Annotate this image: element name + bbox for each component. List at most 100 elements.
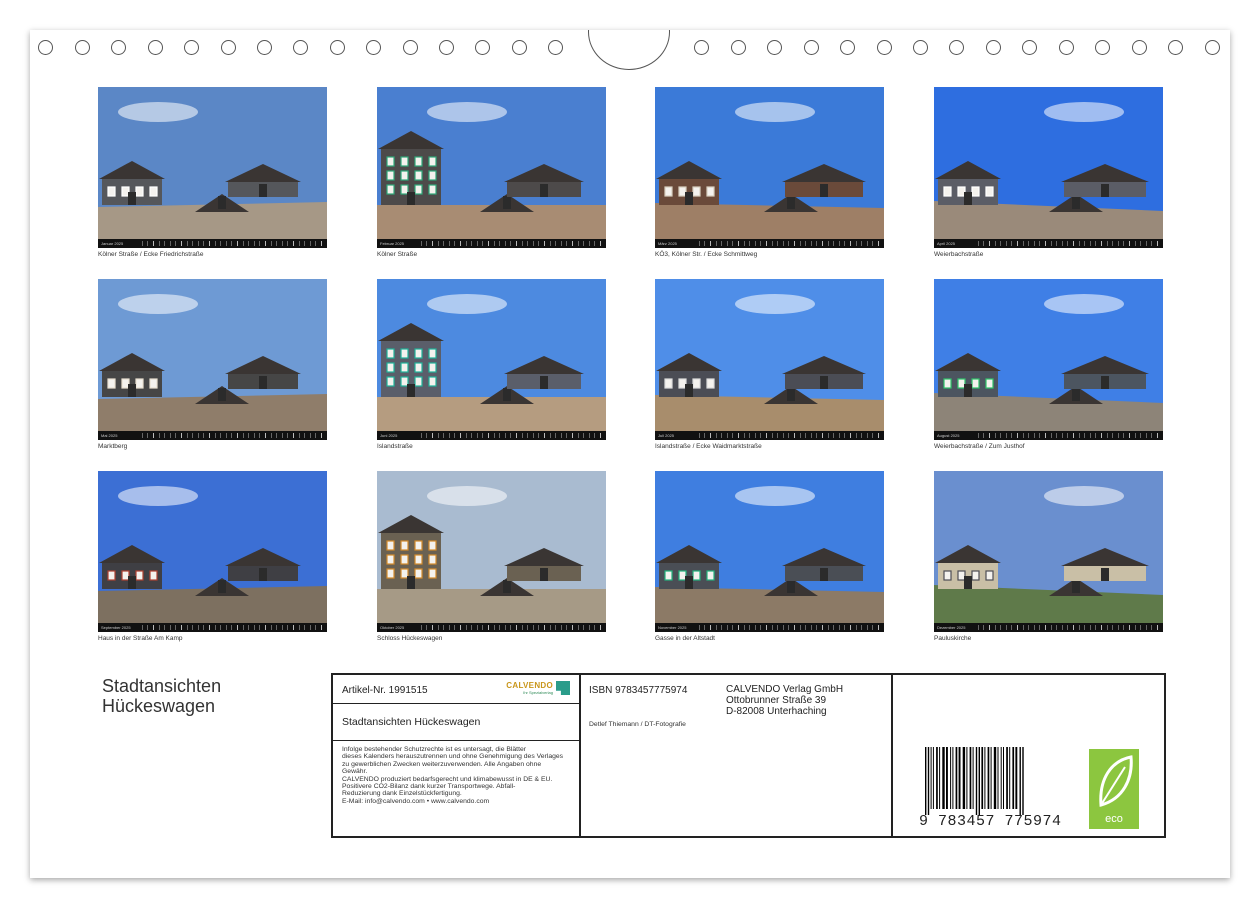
photo-caption: KÖ3, Kölner Str. / Ecke Schmittweg bbox=[655, 251, 758, 258]
month-thumbnail: November 2025 Gasse in der Altstadt bbox=[655, 471, 884, 642]
binding-ring bbox=[804, 40, 819, 55]
day-grid bbox=[142, 625, 324, 630]
eco-badge: eco bbox=[1089, 749, 1139, 829]
month-thumbnail: Juni 2025 Islandstraße bbox=[377, 279, 606, 450]
legal-line: CALVENDO produziert bedarfsgerecht und k… bbox=[342, 775, 553, 783]
calendar-day-strip: Dezember 2025 bbox=[934, 623, 1163, 632]
month-thumbnail: Dezember 2025 Pauluskirche bbox=[934, 471, 1163, 642]
binding-ring bbox=[293, 40, 308, 55]
legal-line: Reduzierung dank Einzelstückfertigung. bbox=[342, 790, 462, 798]
month-thumbnail: August 2025 Weierbachstraße / Zum Justhof bbox=[934, 279, 1163, 450]
month-photo: Juli 2025 bbox=[655, 279, 884, 440]
binding-ring bbox=[548, 40, 563, 55]
leaf-icon bbox=[1099, 755, 1133, 807]
photo-caption: Schloss Hückeswagen bbox=[377, 635, 443, 642]
day-grid bbox=[142, 433, 324, 438]
day-grid bbox=[421, 241, 603, 246]
month-label: Juli 2025 bbox=[658, 433, 675, 438]
binding-ring bbox=[694, 40, 709, 55]
month-label: Dezember 2025 bbox=[937, 625, 966, 630]
photo-caption: Islandstraße bbox=[377, 443, 413, 450]
month-label: November 2025 bbox=[658, 625, 687, 630]
photo-caption: Haus in der Straße Am Kamp bbox=[98, 635, 183, 642]
legal-line: dieses Kalenders herauszutrennen und ohn… bbox=[342, 753, 564, 761]
binding-ring bbox=[913, 40, 928, 55]
legal-line: zu gewerblichen Zwecken weiterzuverwende… bbox=[342, 760, 542, 768]
binding-ring bbox=[330, 40, 345, 55]
month-label: April 2025 bbox=[937, 241, 956, 246]
imprint-left-column: Artikel-Nr. 1991515 CALVENDO Ihr Spezial… bbox=[333, 675, 581, 836]
binding-ring bbox=[1095, 40, 1110, 55]
imprint-box: Artikel-Nr. 1991515 CALVENDO Ihr Spezial… bbox=[331, 673, 1166, 838]
calvendo-logo-subtitle: Ihr Spezialverlag bbox=[523, 690, 553, 695]
calendar-day-strip: September 2025 bbox=[98, 623, 327, 632]
calvendo-logo: CALVENDO Ihr Spezialverlag bbox=[506, 681, 570, 695]
calendar-title-line1: Stadtansichten bbox=[102, 676, 222, 696]
publisher-address: CALVENDO Verlag GmbH Ottobrunner Straße 3… bbox=[726, 684, 843, 717]
calendar-day-strip: Juni 2025 bbox=[377, 431, 606, 440]
binding-ring bbox=[257, 40, 272, 55]
binding-ring bbox=[767, 40, 782, 55]
calvendo-logo-text: CALVENDO bbox=[506, 681, 553, 690]
binding-ring bbox=[877, 40, 892, 55]
month-photo: Dezember 2025 bbox=[934, 471, 1163, 632]
binding-ring bbox=[1022, 40, 1037, 55]
binding-ring bbox=[38, 40, 53, 55]
binding-ring bbox=[148, 40, 163, 55]
barcode: 9 783457 775974 bbox=[919, 747, 1061, 835]
binding-ring bbox=[75, 40, 90, 55]
month-label: Februar 2025 bbox=[380, 241, 405, 246]
imprint-middle-column: ISBN 9783457775974 CALVENDO Verlag GmbH O… bbox=[581, 675, 893, 836]
day-grid bbox=[421, 433, 603, 438]
month-label: Oktober 2025 bbox=[380, 625, 405, 630]
month-photo: August 2025 bbox=[934, 279, 1163, 440]
calendar-back-page: Januar 2025 Kölner Straße / Ecke Friedric… bbox=[30, 30, 1230, 878]
photo-caption: Gasse in der Altstadt bbox=[655, 635, 715, 642]
legal-line: Infolge bestehender Schutzrechte ist es … bbox=[342, 746, 527, 753]
day-grid bbox=[142, 241, 324, 246]
calendar-day-strip: Mai 2025 bbox=[98, 431, 327, 440]
month-label: September 2025 bbox=[101, 625, 131, 630]
binding-ring bbox=[986, 40, 1001, 55]
month-photo: März 2025 bbox=[655, 87, 884, 248]
month-label: Juni 2025 bbox=[380, 433, 398, 438]
month-label: August 2025 bbox=[937, 433, 960, 438]
calendar-day-strip: Oktober 2025 bbox=[377, 623, 606, 632]
eco-label: eco bbox=[1105, 813, 1123, 825]
binding-ring bbox=[840, 40, 855, 55]
calendar-day-strip: Januar 2025 bbox=[98, 239, 327, 248]
month-photo: September 2025 bbox=[98, 471, 327, 632]
month-photo: Februar 2025 bbox=[377, 87, 606, 248]
month-label: Mai 2025 bbox=[101, 433, 118, 438]
month-thumbnail: Juli 2025 Islandstraße / Ecke Waidmarktst… bbox=[655, 279, 884, 450]
photo-caption: Islandstraße / Ecke Waidmarktstraße bbox=[655, 443, 762, 450]
calvendo-logo-mark-icon bbox=[556, 681, 570, 695]
day-grid bbox=[699, 433, 881, 438]
isbn: ISBN 9783457775974 bbox=[589, 685, 688, 696]
month-thumbnail: April 2025 Weierbachstraße bbox=[934, 87, 1163, 258]
barcode-digits: 9 783457 775974 bbox=[919, 813, 1062, 830]
month-photo: Oktober 2025 bbox=[377, 471, 606, 632]
calendar-title-line2: Hückeswagen bbox=[102, 696, 216, 716]
publisher-line: D-82008 Unterhaching bbox=[726, 706, 827, 717]
barcode-bars bbox=[925, 747, 1024, 815]
day-grid bbox=[421, 625, 603, 630]
photographer: Detlef Thiemann / DT-Fotografie bbox=[589, 721, 686, 728]
imprint-title: Stadtansichten Hückeswagen bbox=[342, 716, 481, 728]
day-grid bbox=[699, 241, 881, 246]
publisher-line: CALVENDO Verlag GmbH bbox=[726, 684, 844, 695]
article-number: Artikel-Nr. 1991515 bbox=[342, 685, 428, 696]
photo-caption: Pauluskirche bbox=[934, 635, 972, 642]
binding-ring bbox=[221, 40, 236, 55]
month-photo: Januar 2025 bbox=[98, 87, 327, 248]
day-grid bbox=[978, 241, 1160, 246]
photo-caption: Weierbachstraße / Zum Justhof bbox=[934, 443, 1025, 450]
month-thumbnail: Januar 2025 Kölner Straße / Ecke Friedric… bbox=[98, 87, 327, 258]
calendar-day-strip: Juli 2025 bbox=[655, 431, 884, 440]
binding-ring bbox=[1205, 40, 1220, 55]
binding-ring bbox=[184, 40, 199, 55]
imprint-right-column: 9 783457 775974 eco bbox=[893, 675, 1164, 836]
calendar-day-strip: November 2025 bbox=[655, 623, 884, 632]
month-label: März 2025 bbox=[658, 241, 677, 246]
binding-ring bbox=[366, 40, 381, 55]
